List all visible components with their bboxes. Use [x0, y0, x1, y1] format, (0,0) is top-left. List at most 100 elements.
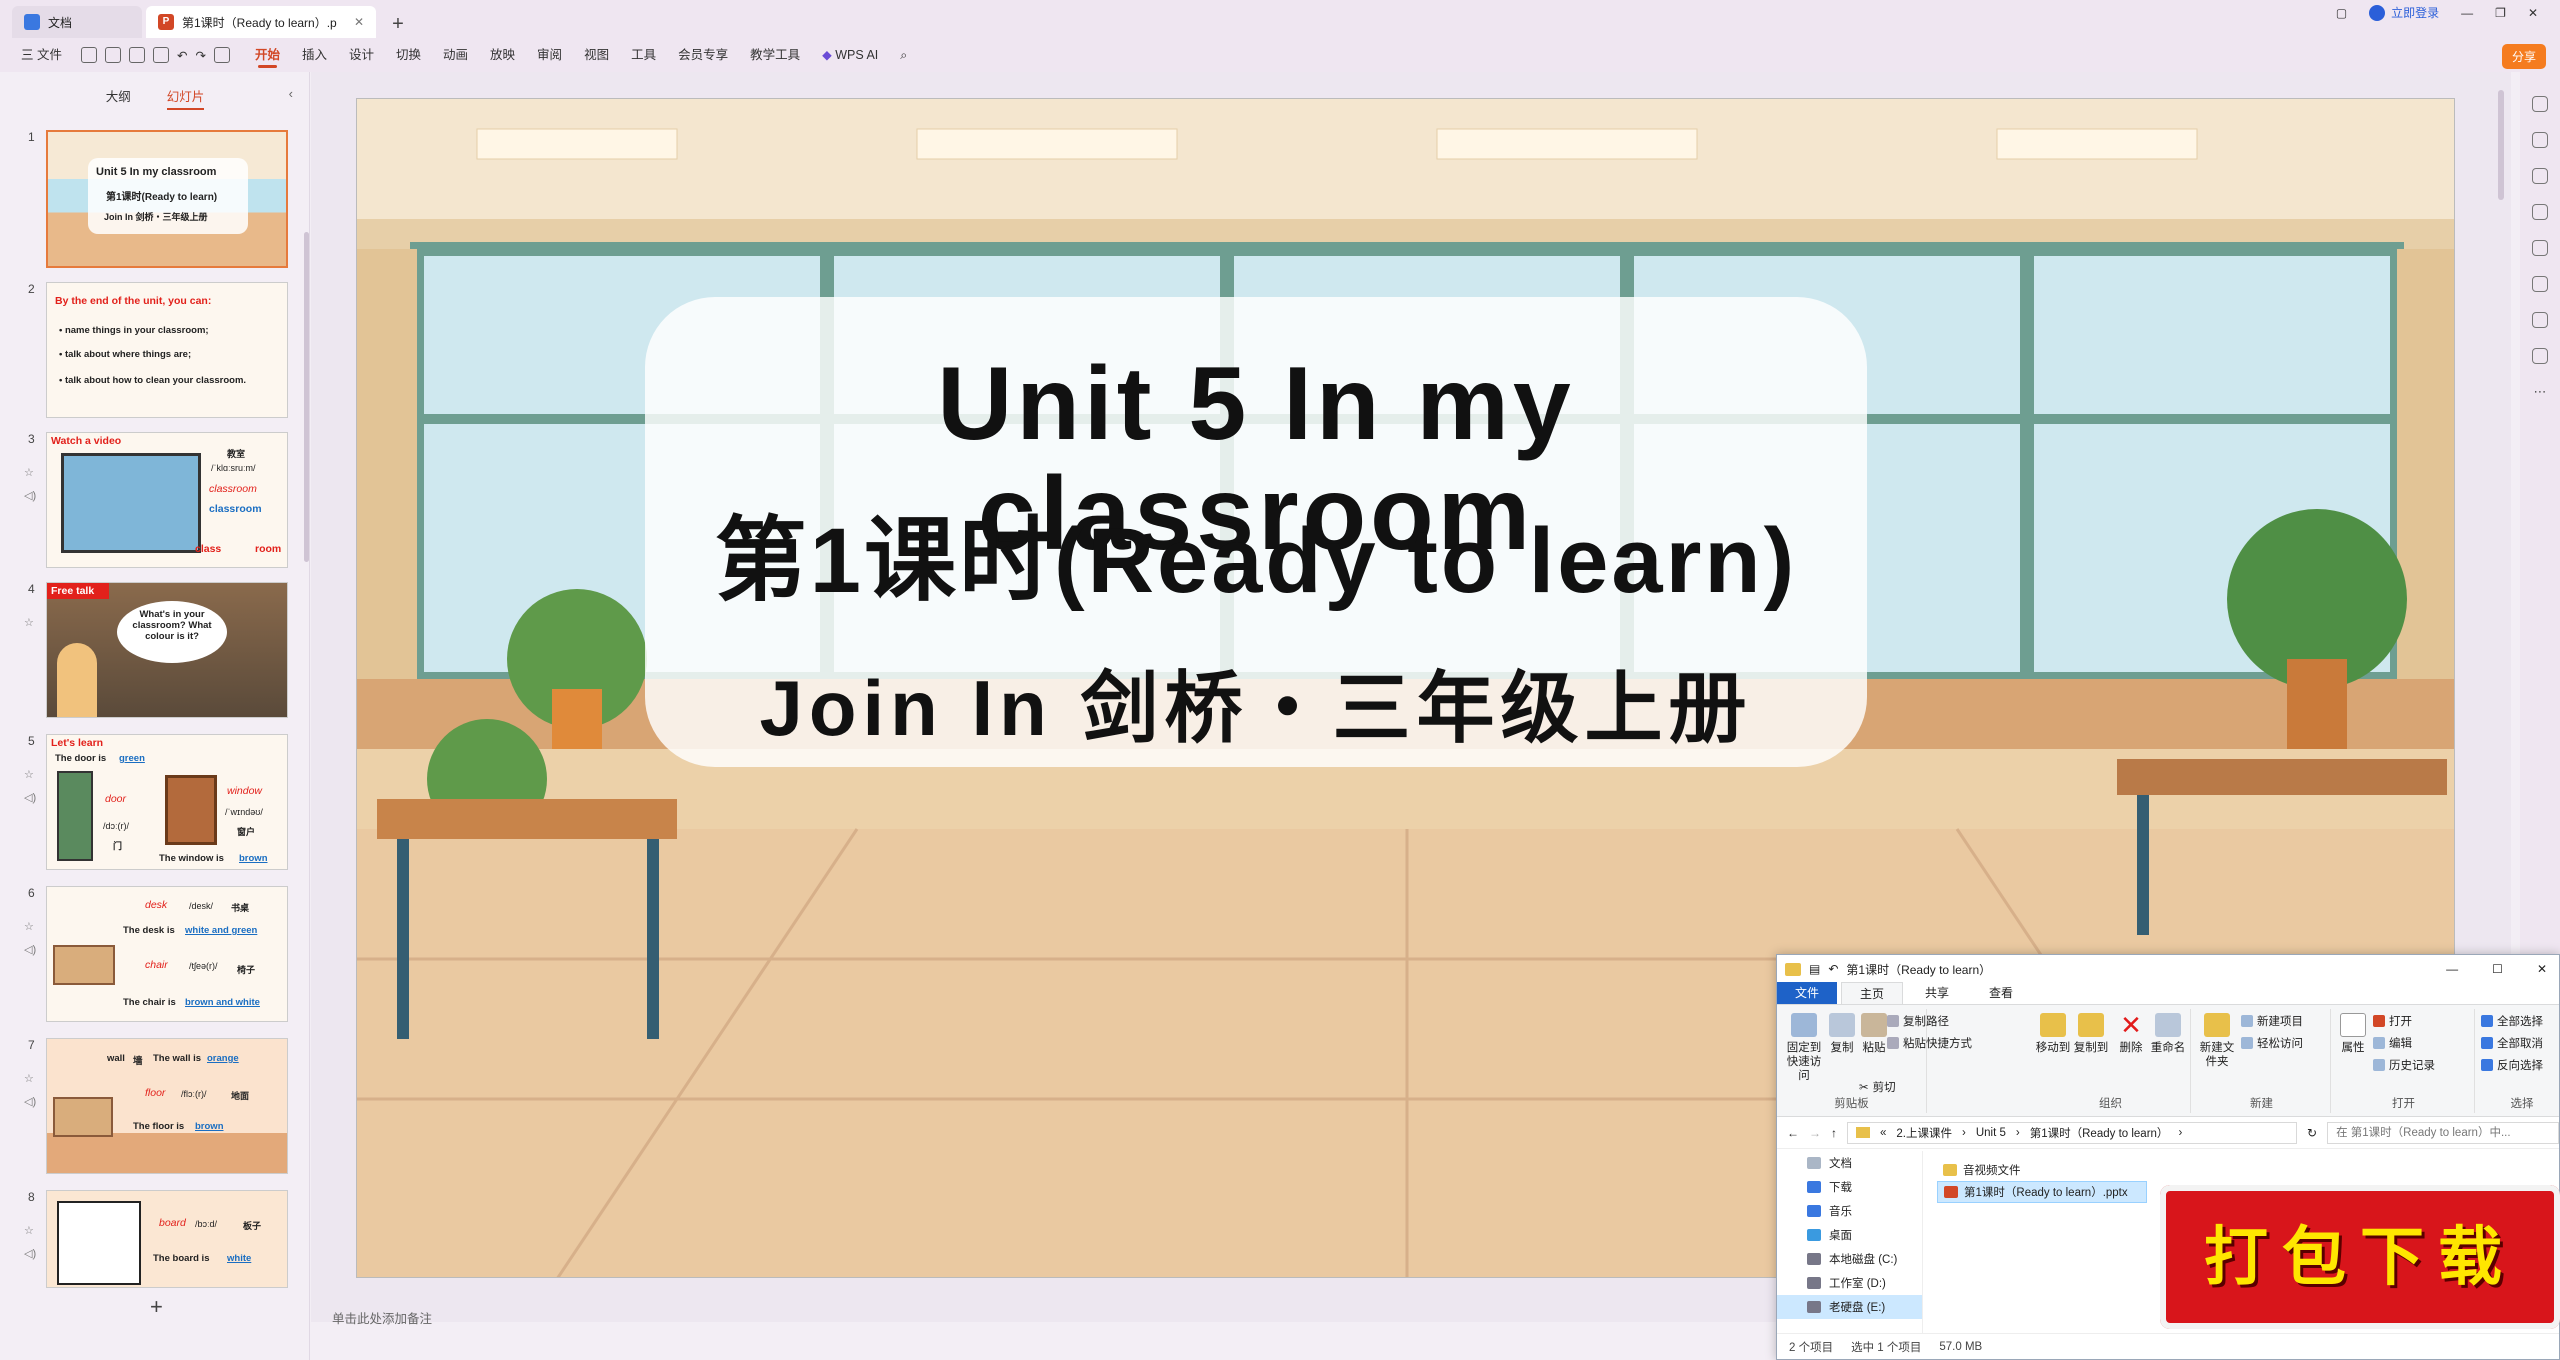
tab-tools[interactable]: 工具 — [620, 38, 667, 72]
cut-button[interactable]: ✂ 剪切 — [1859, 1079, 1896, 1095]
breadcrumb-item[interactable]: 2.上课课件 — [1896, 1125, 1952, 1141]
edit-icon[interactable] — [2532, 240, 2548, 256]
tab-slides[interactable]: 幻灯片 — [166, 86, 205, 110]
forward-icon[interactable]: → — [1809, 1126, 1821, 1140]
thumbnail-row[interactable]: 6 ☆ ◁) desk /desk/ 书桌 The desk is white a… — [0, 886, 300, 1026]
notes-placeholder[interactable]: 单击此处添加备注 — [332, 1308, 432, 1327]
wps-ai-button[interactable]: ◆ WPS AI — [811, 38, 889, 72]
export-icon[interactable] — [104, 47, 121, 63]
minimize-icon[interactable]: — — [2446, 962, 2458, 976]
print-icon[interactable] — [128, 47, 145, 63]
thumbnail-row[interactable]: 4 ☆ Free talk What's in your classroom? … — [0, 582, 300, 722]
move-to-button[interactable]: 移动到 — [2035, 1013, 2071, 1055]
slide-thumbnail-2[interactable]: By the end of the unit, you can: • name … — [46, 282, 288, 418]
tab-home[interactable]: 主页 — [1841, 982, 1904, 1004]
search-input[interactable]: 在 第1课时（Ready to learn）中... — [2327, 1121, 2559, 1144]
select-none-button[interactable]: 全部取消 — [2481, 1035, 2543, 1051]
canvas-scrollbar[interactable] — [2498, 90, 2504, 200]
delete-button[interactable]: ✕ 删除 — [2115, 1012, 2147, 1055]
nav-item-desktop[interactable]: 桌面 — [1777, 1223, 1922, 1247]
undo-icon[interactable]: ↶ — [1828, 962, 1838, 976]
select-all-button[interactable]: 全部选择 — [2481, 1013, 2543, 1029]
nav-item-downloads[interactable]: 下载 — [1777, 1175, 1922, 1199]
tab-view[interactable]: 视图 — [573, 38, 620, 72]
slide-thumbnail-3[interactable]: Watch a video 教室 /ˈklɑːsruːm/ classroom … — [46, 432, 288, 568]
format-painter-icon[interactable] — [213, 47, 230, 63]
tab-design[interactable]: 设计 — [338, 38, 385, 72]
preview-icon[interactable] — [152, 47, 169, 63]
help-icon[interactable] — [2532, 348, 2548, 364]
history-button[interactable]: 历史记录 — [2373, 1057, 2435, 1073]
tab-documents[interactable]: 文档 — [12, 6, 142, 38]
save-icon[interactable] — [2532, 312, 2548, 328]
tab-insert[interactable]: 插入 — [291, 38, 338, 72]
close-icon[interactable]: ✕ — [2528, 6, 2538, 20]
tab-view[interactable]: 查看 — [1971, 982, 2031, 1004]
save-icon[interactable] — [80, 47, 97, 63]
slide-thumbnail-8[interactable]: board /bɔːd/ 板子 The board is white — [46, 1190, 288, 1288]
add-slide-button[interactable]: + — [150, 1294, 163, 1320]
address-bar[interactable]: « 2.上课课件 › Unit 5 › 第1课时（Ready to learn） › — [1847, 1121, 2297, 1144]
close-tab-icon[interactable]: ✕ — [354, 15, 364, 29]
panel-scrollbar[interactable] — [304, 232, 309, 562]
copy-button[interactable]: 复制 — [1827, 1013, 1857, 1055]
tab-member[interactable]: 会员专享 — [667, 38, 739, 72]
easy-access-button[interactable]: 轻松访问 — [2241, 1035, 2303, 1051]
slide-book-label[interactable]: Join In 剑桥・三年级上册 — [645, 665, 1867, 751]
quick-access-icon[interactable]: ▤ — [1809, 962, 1820, 976]
slide-thumbnail-4[interactable]: Free talk What's in your classroom? What… — [46, 582, 288, 718]
open-button[interactable]: 打开 — [2373, 1013, 2412, 1029]
tab-share[interactable]: 共享 — [1907, 982, 1967, 1004]
paste-button[interactable]: 粘贴 — [1859, 1013, 1889, 1055]
breadcrumb-item[interactable]: 第1课时（Ready to learn） — [2030, 1125, 2169, 1141]
shield-icon[interactable] — [2532, 204, 2548, 220]
close-icon[interactable]: ✕ — [2537, 962, 2547, 976]
tab-outline[interactable]: 大纲 — [106, 86, 131, 110]
paste-shortcut-button[interactable]: 粘贴快捷方式 — [1887, 1035, 1972, 1051]
nav-item-drive-d[interactable]: 工作室 (D:) — [1777, 1271, 1922, 1295]
list-item[interactable]: 第1课时（Ready to learn）.pptx — [1937, 1181, 2147, 1203]
thumbnail-row[interactable]: 2 By the end of the unit, you can: • nam… — [0, 282, 300, 422]
minimize-icon[interactable]: — — [2461, 6, 2473, 20]
new-folder-button[interactable]: 新建文件夹 — [2197, 1013, 2237, 1069]
slide-thumbnail-1[interactable]: Unit 5 In my classroom 第1课时(Ready to lea… — [46, 130, 288, 268]
tab-file[interactable]: 文件 — [1777, 982, 1838, 1004]
copy-path-button[interactable]: 复制路径 — [1887, 1013, 1949, 1029]
up-icon[interactable]: ↑ — [1831, 1126, 1837, 1140]
tab-teaching-tools[interactable]: 教学工具 — [739, 38, 811, 72]
download-badge[interactable]: 打包下载 — [2160, 1185, 2560, 1329]
adjust-icon[interactable] — [2532, 96, 2548, 112]
breadcrumb-item[interactable]: Unit 5 — [1976, 1127, 2006, 1139]
tab-animation[interactable]: 动画 — [432, 38, 479, 72]
book-icon[interactable] — [2532, 276, 2548, 292]
search-icon[interactable]: ⌕ — [889, 38, 918, 72]
file-menu[interactable]: 三 文件 — [10, 38, 73, 72]
layout-icon[interactable]: ▢ — [2336, 6, 2347, 20]
edit-button[interactable]: 编辑 — [2373, 1035, 2412, 1051]
collapse-panel-icon[interactable]: ‹ — [289, 86, 293, 101]
slide-subtitle[interactable]: 第1课时(Ready to learn) — [645, 511, 1867, 611]
redo-icon[interactable]: ↷ — [195, 48, 205, 63]
tab-review[interactable]: 审阅 — [526, 38, 573, 72]
more-icon[interactable]: ⋯ — [2534, 384, 2547, 400]
tab-home[interactable]: 开始 — [244, 38, 291, 72]
nav-item-drive-c[interactable]: 本地磁盘 (C:) — [1777, 1247, 1922, 1271]
maximize-icon[interactable]: ❐ — [2495, 6, 2506, 20]
login-button[interactable]: 立即登录 — [2369, 4, 2439, 21]
invert-selection-button[interactable]: 反向选择 — [2481, 1057, 2543, 1073]
refresh-icon[interactable]: ↻ — [2307, 1126, 2317, 1140]
maximize-icon[interactable]: ☐ — [2492, 962, 2503, 976]
new-item-button[interactable]: 新建项目 — [2241, 1013, 2303, 1029]
rename-button[interactable]: 重命名 — [2149, 1013, 2187, 1055]
share-button[interactable]: 分享 — [2501, 44, 2546, 69]
slide-thumbnail-7[interactable]: wall 墙 The wall is orange floor /flɔː(r)… — [46, 1038, 288, 1174]
tab-presentation[interactable]: P 第1课时（Ready to learn）.p ✕ — [146, 6, 376, 38]
nav-item-music[interactable]: 音乐 — [1777, 1199, 1922, 1223]
pin-quick-access-button[interactable]: 固定到快速访问 — [1783, 1013, 1825, 1083]
nav-item-drive-e[interactable]: 老硬盘 (E:) — [1777, 1295, 1922, 1319]
copy-to-button[interactable]: 复制到 — [2073, 1013, 2109, 1055]
new-tab-button[interactable]: + — [384, 10, 412, 38]
slide-thumbnail-5[interactable]: Let's learn The door is green door windo… — [46, 734, 288, 870]
slide-thumbnail-6[interactable]: desk /desk/ 书桌 The desk is white and gre… — [46, 886, 288, 1022]
copy-icon[interactable] — [2532, 168, 2548, 184]
